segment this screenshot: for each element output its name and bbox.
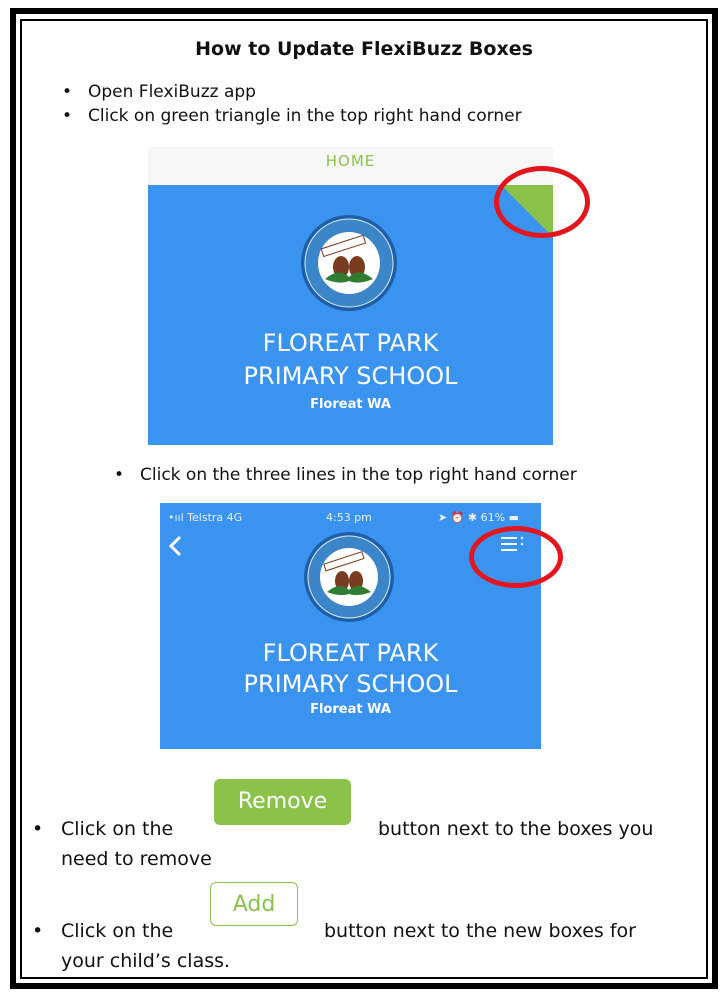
bullet-icon: •: [62, 82, 73, 102]
add-button[interactable]: Add: [210, 882, 298, 926]
add-step-suffix-line2: your child’s class.: [61, 950, 231, 972]
school-name-line2: PRIMARY SCHOOL: [243, 670, 458, 698]
school-name-line2: PRIMARY SCHOOL: [243, 362, 458, 390]
bullet-icon: •: [114, 465, 125, 485]
home-label[interactable]: HOME: [326, 152, 376, 170]
remove-step-bullet: •: [32, 818, 44, 840]
add-step-bullet: •: [32, 920, 44, 942]
highlight-ring-triangle: [494, 166, 590, 238]
school-logo-icon: [301, 215, 397, 311]
app-screenshot-home: FLOREAT PARK PRIMARY SCHOOL Floreat WA: [148, 185, 553, 445]
remove-step-suffix: button next to the boxes you: [378, 818, 654, 840]
school-logo-icon: [304, 532, 394, 622]
remove-step-prefix: Click on the: [61, 818, 174, 840]
add-step-prefix: Click on the: [61, 920, 174, 942]
step-click-triangle-text: Click on green triangle in the top right…: [88, 106, 522, 126]
home-bar: HOME: [148, 147, 553, 185]
step-click-lines-text: Click on the three lines in the top righ…: [140, 465, 577, 485]
highlight-ring-menu: [469, 526, 563, 588]
step-open-app: • Open FlexiBuzz app: [62, 80, 256, 104]
page-title: How to Update FlexiBuzz Boxes: [195, 38, 533, 60]
step-click-triangle: • Click on green triangle in the top rig…: [62, 104, 522, 128]
school-name-line1: FLOREAT PARK: [262, 639, 439, 667]
remove-button[interactable]: Remove: [214, 779, 351, 825]
add-step-suffix: button next to the new boxes for: [324, 920, 636, 942]
school-name-line1: FLOREAT PARK: [262, 329, 439, 357]
remove-step-suffix-line2: need to remove: [61, 848, 212, 870]
step-open-app-text: Open FlexiBuzz app: [88, 82, 256, 102]
school-location: Floreat WA: [310, 397, 391, 412]
step-click-lines: • Click on the three lines in the top ri…: [114, 463, 577, 487]
school-location: Floreat WA: [310, 702, 391, 717]
bullet-icon: •: [62, 106, 73, 126]
back-chevron-icon: [168, 535, 182, 557]
